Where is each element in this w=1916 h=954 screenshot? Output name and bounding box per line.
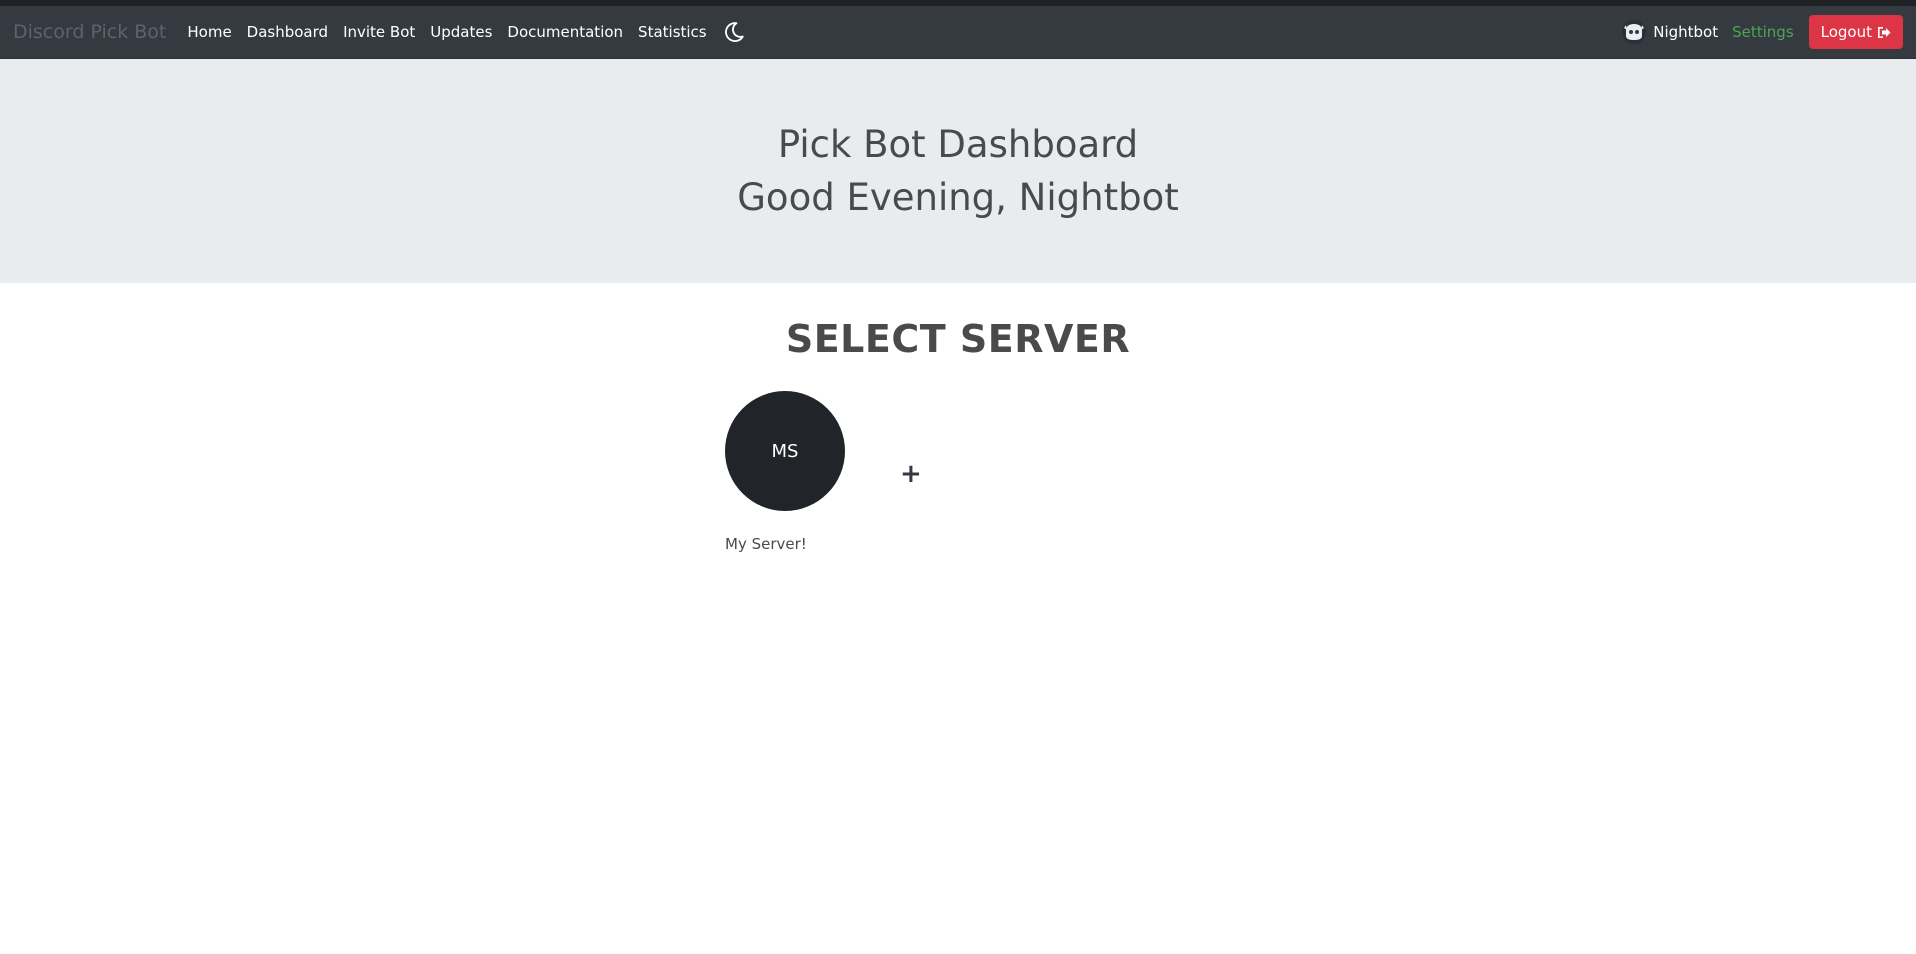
navbar-brand[interactable]: Discord Pick Bot	[13, 21, 166, 43]
select-server-heading: SELECT SERVER	[785, 317, 1131, 361]
logout-label: Logout	[1820, 23, 1872, 41]
moon-icon[interactable]	[722, 20, 746, 44]
greeting-text: Good Evening, Nightbot	[737, 176, 1179, 219]
nav-item-documentation[interactable]: Documentation	[507, 23, 623, 41]
hero-banner: Pick Bot Dashboard Good Evening, Nightbo…	[0, 59, 1916, 283]
nav-item-home[interactable]: Home	[187, 23, 231, 41]
nav-item-statistics[interactable]: Statistics	[638, 23, 707, 41]
server-initials: MS	[771, 440, 799, 462]
user-name: Nightbot	[1653, 23, 1719, 41]
logout-button[interactable]: Logout	[1808, 15, 1903, 49]
server-icon[interactable]: MS	[725, 391, 845, 511]
nav-item-updates[interactable]: Updates	[430, 23, 492, 41]
settings-link[interactable]: Settings	[1732, 23, 1794, 41]
nav-item-dashboard[interactable]: Dashboard	[247, 23, 328, 41]
add-server-button[interactable]: +	[900, 461, 922, 487]
server-card[interactable]: MS My Server!	[725, 391, 925, 553]
user-menu[interactable]: Nightbot	[1621, 19, 1718, 45]
nightbot-avatar-icon	[1622, 20, 1647, 44]
server-list: MS My Server! +	[0, 361, 1916, 561]
top-navbar: Discord Pick Bot Home Dashboard Invite B…	[0, 6, 1916, 59]
server-name: My Server!	[725, 535, 807, 553]
nav-item-invite-bot[interactable]: Invite Bot	[343, 23, 415, 41]
sign-out-icon	[1877, 26, 1891, 39]
page-title: Pick Bot Dashboard	[777, 123, 1139, 166]
